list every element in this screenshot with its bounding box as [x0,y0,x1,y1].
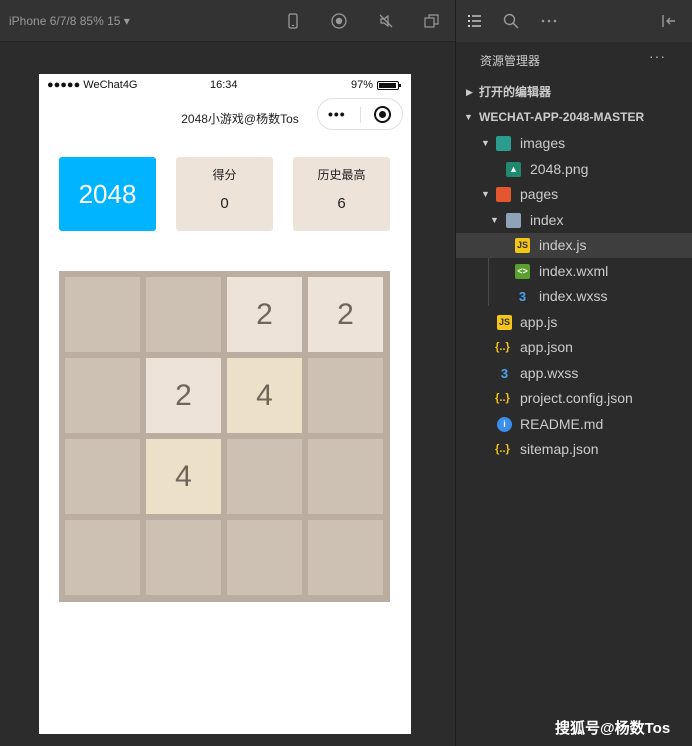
wxml-file-icon: <> [515,264,530,279]
json-file-icon: {..} [495,341,510,353]
chevron-down-icon: ▼ [481,138,490,148]
phone-icon[interactable] [284,12,302,30]
devtools-window: iPhone 6/7/8 85% 15 ▾ ●●●●● WeChat4G 16:… [0,0,692,746]
phone-screen: ●●●●● WeChat4G 16:34 97% 2048小游戏@杨数Tos •… [39,74,411,734]
explorer-title: 资源管理器 [480,54,541,68]
menu-capsule: ••• [317,98,403,130]
empty-cell [146,277,221,352]
record-icon[interactable] [330,12,348,30]
search-icon[interactable] [502,12,520,30]
tree-folder-pages[interactable]: ▼ pages [456,182,692,207]
project-section[interactable]: ▼ WECHAT-APP-2048-MASTER [456,105,692,130]
tree-file-readme[interactable]: i README.md [456,412,692,437]
tree-folder-index[interactable]: ▼ index [456,208,692,233]
empty-cell [227,439,302,514]
chevron-down-icon: ▼ [490,215,499,225]
tree-file-2048-png[interactable]: ▲ 2048.png [456,157,692,182]
empty-cell [308,358,383,433]
empty-cell [146,520,221,595]
tile-4: 4 [146,439,221,514]
watermark: 搜狐号@杨数Tos [555,720,671,737]
tile-2: 2 [227,277,302,352]
carrier-signal: ●●●●● WeChat4G [47,79,138,91]
best-score-box: 历史最高 6 [293,157,390,231]
score-box: 得分 0 [176,157,273,231]
simulator-panel: iPhone 6/7/8 85% 15 ▾ ●●●●● WeChat4G 16:… [0,0,455,746]
empty-cell [227,520,302,595]
folder-open-icon [506,213,521,228]
tile-4: 4 [227,358,302,433]
empty-cell [308,520,383,595]
empty-cell [65,439,140,514]
explorer-panel: 资源管理器 ··· ▶ 打开的编辑器 ▼ WECHAT-APP-2048-MAS… [456,0,692,746]
mute-icon[interactable] [377,12,395,30]
wxss-file-icon: 3 [500,366,509,381]
more-dots-icon[interactable]: ••• [328,106,346,122]
tree-file-app-wxss[interactable]: 3 app.wxss [456,361,692,386]
best-score-value: 6 [337,195,346,212]
status-time: 16:34 [210,79,238,91]
score-value: 0 [220,195,229,212]
tree-file-app-js[interactable]: JS app.js [456,310,692,335]
image-file-icon: ▲ [506,162,521,177]
collapse-panel-icon[interactable] [660,12,678,30]
activity-toolbar [456,0,692,42]
json-file-icon: {..} [495,392,510,404]
close-miniprogram-icon[interactable] [374,106,391,123]
tree-file-index-js[interactable]: JS index.js [456,233,692,258]
explorer-more-button[interactable]: ··· [649,48,666,64]
info-icon: i [497,417,512,432]
empty-cell [308,439,383,514]
tree-file-project-config[interactable]: {..} project.config.json [456,386,692,411]
files-list-icon[interactable] [466,12,484,30]
empty-cell [65,277,140,352]
tree-file-sitemap[interactable]: {..} sitemap.json [456,437,692,462]
folder-icon [496,187,511,202]
chevron-down-icon: ▼ [481,189,490,199]
device-select[interactable]: iPhone 6/7/8 85% 15 ▾ [9,14,130,28]
tile-2: 2 [146,358,221,433]
game-board[interactable]: 22244 [59,271,390,602]
status-bar: ●●●●● WeChat4G 16:34 97% [39,74,411,96]
more-icon[interactable] [540,12,558,30]
tile-2: 2 [308,277,383,352]
empty-cell [65,520,140,595]
wxss-file-icon: 3 [518,289,527,304]
tree-file-app-json[interactable]: {..} app.json [456,335,692,360]
best-score-label: 历史最高 [317,168,366,182]
tree-file-index-wxss[interactable]: 3 index.wxss [456,284,692,309]
score-label: 得分 [212,168,237,182]
battery-percent: 97% [351,79,374,91]
game-logo: 2048 [59,157,156,231]
open-editors-section[interactable]: ▶ 打开的编辑器 [456,80,692,105]
battery-icon [377,81,401,90]
js-file-icon: JS [515,238,530,253]
folder-icon [496,136,511,151]
tree-file-index-wxml[interactable]: <> index.wxml [456,259,692,284]
js-file-icon: JS [497,315,512,330]
chevron-down-icon: ▼ [464,112,473,122]
chevron-right-icon: ▶ [466,87,473,97]
empty-cell [65,358,140,433]
detach-window-icon[interactable] [423,12,441,30]
json-file-icon: {..} [495,443,510,455]
tree-folder-images[interactable]: ▼ images [456,131,692,156]
simulator-toolbar: iPhone 6/7/8 85% 15 ▾ [0,0,455,42]
